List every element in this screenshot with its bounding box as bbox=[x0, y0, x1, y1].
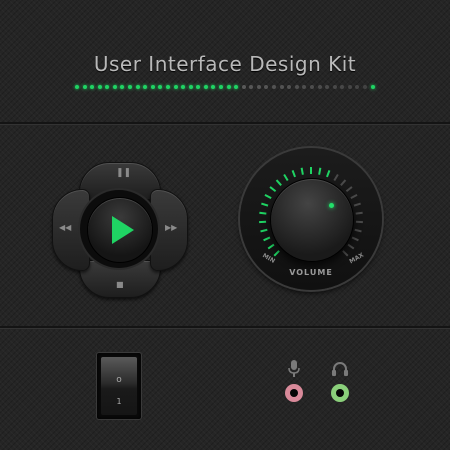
indicator-dot bbox=[75, 85, 79, 89]
power-switch[interactable]: o 1 bbox=[96, 352, 142, 420]
play-button[interactable] bbox=[87, 197, 153, 263]
media-dpad: ❚❚ ■ ◀◀ ▶▶ bbox=[52, 162, 188, 298]
divider-top bbox=[0, 122, 450, 125]
volume-tick bbox=[354, 228, 362, 233]
volume-tick bbox=[350, 193, 358, 199]
volume-tick bbox=[347, 243, 355, 250]
indicator-dot bbox=[165, 85, 170, 89]
indicator-dot bbox=[97, 85, 102, 89]
volume-tick bbox=[283, 173, 289, 182]
divider-bottom bbox=[0, 326, 450, 329]
page-title: User Interface Design Kit bbox=[93, 52, 357, 76]
indicator-dot bbox=[355, 85, 360, 89]
volume-tick bbox=[264, 193, 272, 199]
indicator-dot bbox=[362, 85, 367, 89]
volume-tick bbox=[267, 243, 275, 250]
indicator-dot bbox=[82, 85, 87, 89]
indicator-dot bbox=[211, 85, 216, 89]
indicator-dot bbox=[188, 85, 193, 89]
level-indicator-dots bbox=[75, 84, 375, 90]
indicator-dot bbox=[226, 85, 231, 89]
volume-tick bbox=[318, 167, 322, 175]
indicator-dot bbox=[90, 85, 95, 89]
volume-tick bbox=[351, 236, 359, 242]
indicator-dot bbox=[196, 85, 201, 89]
indicator-dot bbox=[287, 85, 292, 89]
volume-tick bbox=[355, 211, 363, 215]
fast-forward-icon: ▶▶ bbox=[165, 223, 178, 232]
volume-tick bbox=[353, 202, 361, 207]
indicator-dot bbox=[128, 85, 133, 89]
indicator-dot bbox=[143, 85, 148, 89]
volume-tick bbox=[259, 211, 267, 215]
indicator-dot bbox=[181, 85, 186, 89]
indicator-dot bbox=[173, 85, 178, 89]
volume-tick bbox=[261, 202, 269, 207]
rewind-icon: ◀◀ bbox=[59, 223, 72, 232]
switch-on-label: o bbox=[116, 375, 122, 385]
indicator-dot bbox=[317, 85, 322, 89]
indicator-dot bbox=[234, 85, 239, 89]
switch-off-label: 1 bbox=[116, 397, 122, 406]
volume-tick bbox=[275, 179, 282, 186]
volume-tick bbox=[333, 173, 339, 182]
indicator-dot bbox=[256, 85, 261, 89]
indicator-dot bbox=[294, 85, 299, 89]
indicator-dot bbox=[370, 85, 375, 89]
indicator-dot bbox=[325, 85, 330, 89]
indicator-dot bbox=[249, 85, 254, 89]
volume-tick bbox=[260, 228, 268, 233]
indicator-dot bbox=[105, 85, 110, 89]
indicator-dot bbox=[218, 85, 223, 89]
volume-tick bbox=[263, 236, 271, 242]
volume-tick bbox=[291, 170, 296, 178]
indicator-dot bbox=[203, 85, 208, 89]
knob-indicator bbox=[329, 203, 334, 208]
headphones-icon bbox=[332, 362, 348, 376]
indicator-dot bbox=[332, 85, 337, 89]
volume-label: VOLUME bbox=[289, 268, 333, 277]
indicator-dot bbox=[241, 85, 246, 89]
switch-rocker[interactable]: o 1 bbox=[101, 357, 137, 415]
indicator-dot bbox=[302, 85, 307, 89]
indicator-dot bbox=[347, 85, 352, 89]
indicator-dot bbox=[158, 85, 163, 89]
volume-tick bbox=[269, 186, 277, 193]
indicator-dot bbox=[120, 85, 125, 89]
volume-tick bbox=[345, 186, 353, 193]
volume-knob[interactable] bbox=[270, 178, 354, 262]
indicator-dot bbox=[272, 85, 277, 89]
pause-icon: ❚❚ bbox=[116, 168, 132, 178]
stop-icon: ■ bbox=[116, 280, 124, 289]
indicator-dot bbox=[279, 85, 284, 89]
microphone-icon bbox=[288, 360, 300, 377]
volume-tick bbox=[340, 179, 347, 186]
headphone-jack[interactable] bbox=[331, 384, 349, 402]
indicator-dot bbox=[112, 85, 117, 89]
volume-tick bbox=[300, 167, 304, 175]
indicator-dot bbox=[264, 85, 269, 89]
volume-tick bbox=[326, 170, 331, 178]
volume-tick bbox=[273, 250, 280, 257]
microphone-jack[interactable] bbox=[285, 384, 303, 402]
play-icon bbox=[112, 216, 134, 244]
indicator-dot bbox=[309, 85, 314, 89]
indicator-dot bbox=[150, 85, 155, 89]
volume-tick bbox=[342, 250, 349, 257]
indicator-dot bbox=[135, 85, 140, 89]
indicator-dot bbox=[340, 85, 345, 89]
volume-control: MIN MAX VOLUME bbox=[240, 148, 382, 290]
